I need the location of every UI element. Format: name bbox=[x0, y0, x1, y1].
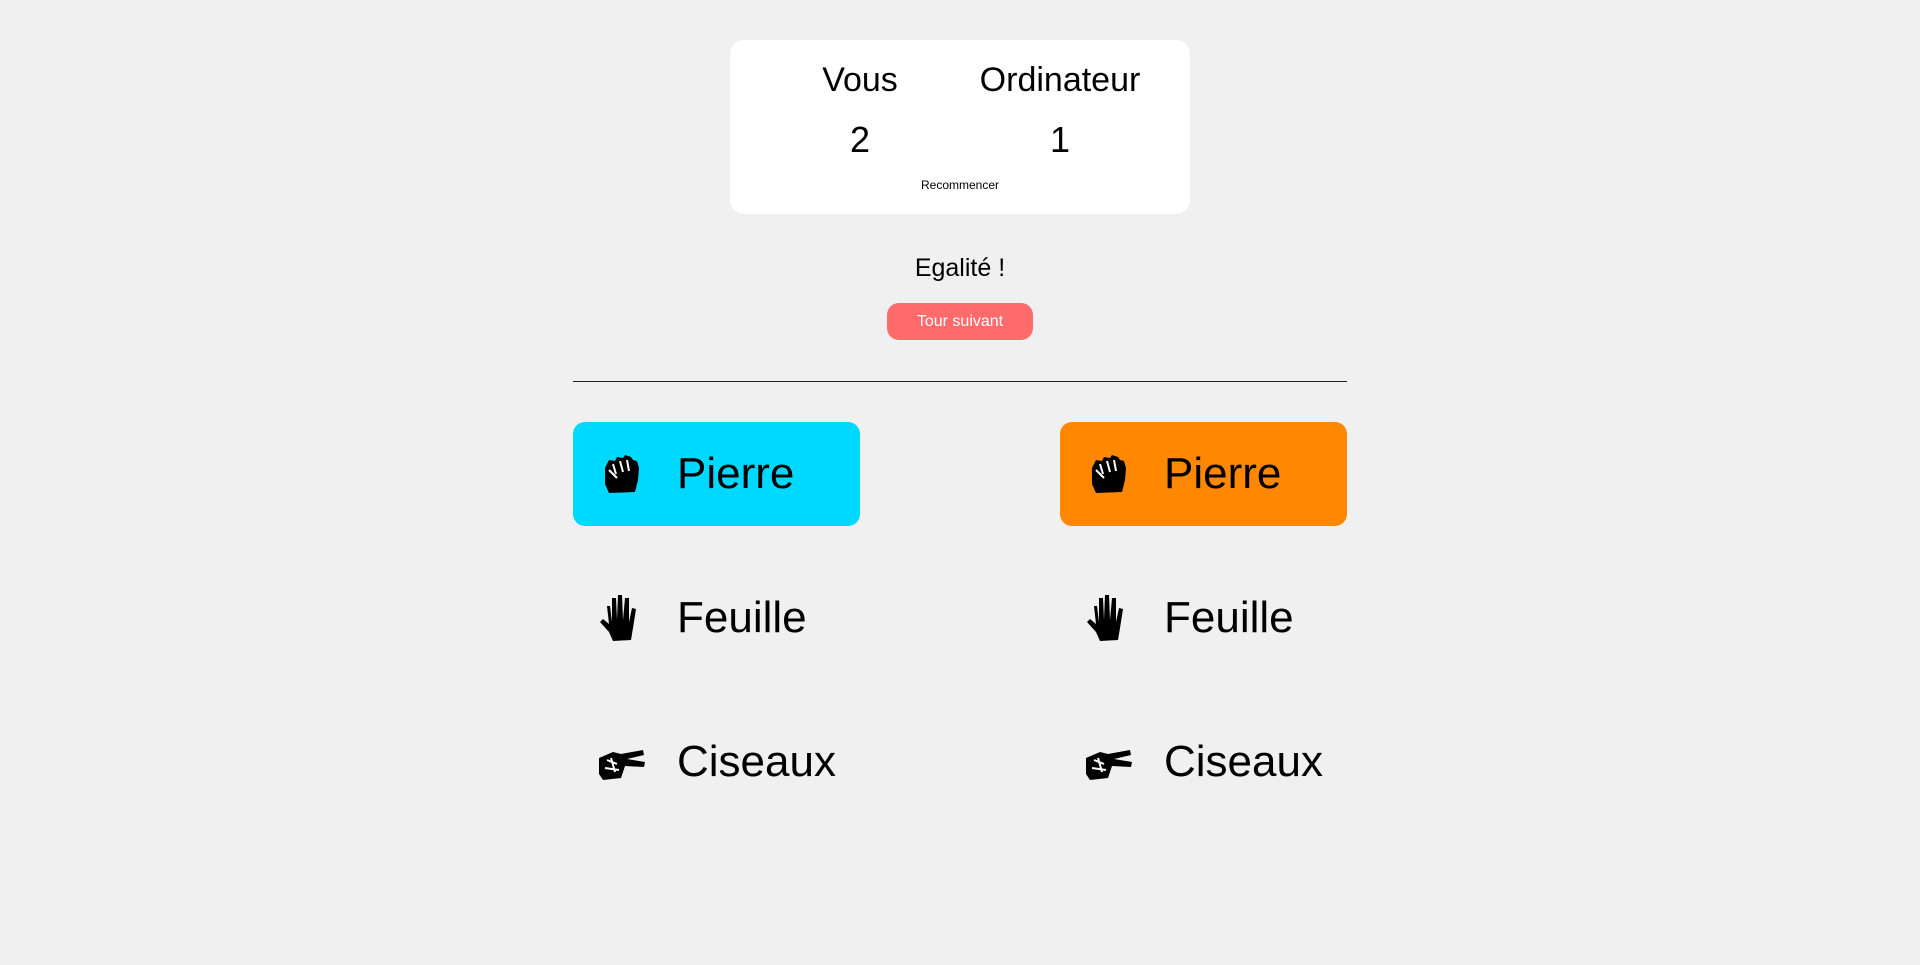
computer-choice-feuille[interactable]: Feuille bbox=[1060, 566, 1347, 670]
player-choice-ciseaux[interactable]: Ciseaux bbox=[573, 710, 860, 814]
divider bbox=[573, 381, 1347, 382]
scissors-hand-icon bbox=[595, 736, 647, 788]
choice-label: Pierre bbox=[1164, 449, 1282, 498]
computer-score-column: Ordinateur 1 bbox=[950, 58, 1170, 162]
player-score-column: Vous 2 bbox=[750, 58, 970, 162]
choice-label: Feuille bbox=[677, 593, 807, 642]
choice-label: Ciseaux bbox=[1164, 737, 1323, 786]
hand-icon bbox=[1082, 592, 1134, 644]
choice-label: Feuille bbox=[1164, 593, 1294, 642]
scoreboard: Vous 2 Ordinateur 1 Recommencer bbox=[730, 40, 1190, 214]
round-result: Egalité ! bbox=[914, 254, 1006, 282]
next-round-button[interactable]: Tour suivant bbox=[887, 303, 1033, 340]
fist-icon bbox=[1082, 448, 1134, 500]
player-label: Vous bbox=[822, 61, 898, 99]
computer-choice-ciseaux[interactable]: Ciseaux bbox=[1060, 710, 1347, 814]
player-score: 2 bbox=[849, 119, 871, 160]
player-choice-feuille[interactable]: Feuille bbox=[573, 566, 860, 670]
computer-choice-pierre[interactable]: Pierre bbox=[1060, 422, 1347, 526]
computer-choices: Pierre Feuille Ciseaux bbox=[1060, 422, 1347, 854]
computer-label: Ordinateur bbox=[979, 61, 1141, 99]
player-choices: Pierre Feuille Ciseaux bbox=[573, 422, 860, 854]
choice-label: Pierre bbox=[677, 449, 795, 498]
restart-link[interactable]: Recommencer bbox=[730, 178, 1190, 192]
choice-label: Ciseaux bbox=[677, 737, 836, 786]
hand-icon bbox=[595, 592, 647, 644]
player-choice-pierre[interactable]: Pierre bbox=[573, 422, 860, 526]
computer-score: 1 bbox=[1049, 119, 1071, 160]
fist-icon bbox=[595, 448, 647, 500]
scissors-hand-icon bbox=[1082, 736, 1134, 788]
